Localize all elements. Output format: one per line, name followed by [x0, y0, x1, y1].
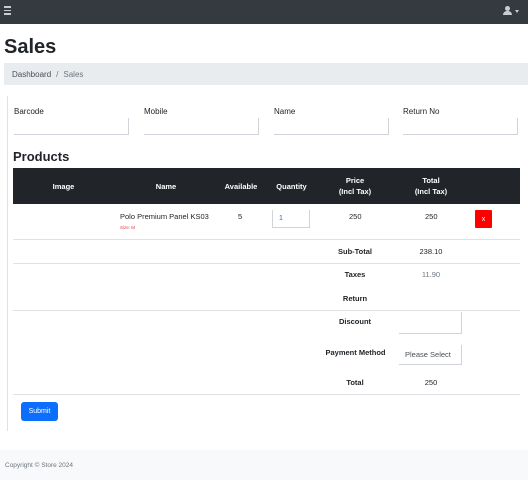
- product-available: 5: [238, 212, 243, 221]
- taxes-label: Taxes: [344, 270, 366, 279]
- subtotal-label: Sub-Total: [337, 247, 373, 256]
- user-icon: [503, 6, 512, 16]
- filter-mobile: Mobile: [144, 107, 259, 135]
- breadcrumb-dashboard[interactable]: Dashboard: [12, 70, 51, 79]
- top-navbar: [0, 0, 528, 24]
- footer: Copyright © Store 2024: [0, 450, 528, 480]
- submit-button[interactable]: Submit: [21, 402, 58, 421]
- name-label: Name: [274, 107, 296, 116]
- return-no-input[interactable]: [403, 118, 518, 135]
- filter-return-no: Return No: [403, 107, 518, 135]
- summary-divider: [13, 310, 520, 311]
- subtotal-value: 238.10: [419, 247, 443, 256]
- column-price-line2: (Incl Tax): [338, 187, 372, 196]
- return-no-label: Return No: [403, 107, 440, 116]
- mobile-label: Mobile: [144, 107, 168, 116]
- summary-divider: [13, 394, 520, 395]
- discount-input[interactable]: [399, 312, 462, 334]
- chevron-down-icon: [515, 9, 519, 13]
- breadcrumb: Dashboard / Sales: [4, 63, 528, 85]
- total-label: Total: [346, 378, 364, 387]
- product-name: Polo Premium Panel KS03: [120, 212, 209, 221]
- delete-row-button[interactable]: x: [475, 210, 492, 228]
- column-total-line2: (Incl Tax): [414, 187, 448, 196]
- column-price: Price (Incl Tax): [331, 168, 379, 204]
- column-available: Available: [224, 181, 258, 191]
- filter-name: Name: [274, 107, 389, 135]
- products-table-header: Image Name Available Quantity Price (Inc…: [13, 168, 520, 204]
- page-title: Sales: [4, 36, 57, 58]
- column-total: Total (Incl Tax): [407, 168, 455, 204]
- total-value: 250: [424, 378, 438, 387]
- barcode-input[interactable]: [14, 118, 129, 135]
- breadcrumb-sales: Sales: [63, 69, 84, 79]
- product-variant: Size: M: [120, 225, 136, 230]
- column-image: Image: [52, 181, 75, 191]
- breadcrumb-separator: /: [56, 69, 59, 79]
- column-quantity: Quantity: [276, 181, 307, 191]
- column-price-line1: Price: [345, 176, 365, 185]
- hamburger-icon[interactable]: [4, 4, 14, 16]
- copyright-text: Copyright © Store 2024: [5, 462, 74, 469]
- name-input[interactable]: [274, 118, 389, 135]
- payment-method-select[interactable]: Please Select: [399, 345, 462, 365]
- mobile-input[interactable]: [144, 118, 259, 135]
- discount-label: Discount: [338, 317, 372, 326]
- quantity-input[interactable]: 1: [272, 210, 310, 228]
- product-total: 250: [425, 212, 438, 221]
- payment-method-label: Payment Method: [325, 348, 386, 357]
- column-total-line1: Total: [422, 176, 440, 185]
- filter-barcode: Barcode: [14, 107, 129, 135]
- taxes-value: 11.90: [421, 270, 441, 279]
- return-label: Return: [342, 294, 368, 303]
- barcode-label: Barcode: [14, 107, 44, 116]
- column-name: Name: [155, 181, 177, 191]
- product-price: 250: [349, 212, 362, 221]
- products-heading: Products: [13, 149, 70, 164]
- row-divider: [13, 239, 520, 240]
- summary-divider: [13, 263, 520, 264]
- user-menu[interactable]: [503, 5, 519, 17]
